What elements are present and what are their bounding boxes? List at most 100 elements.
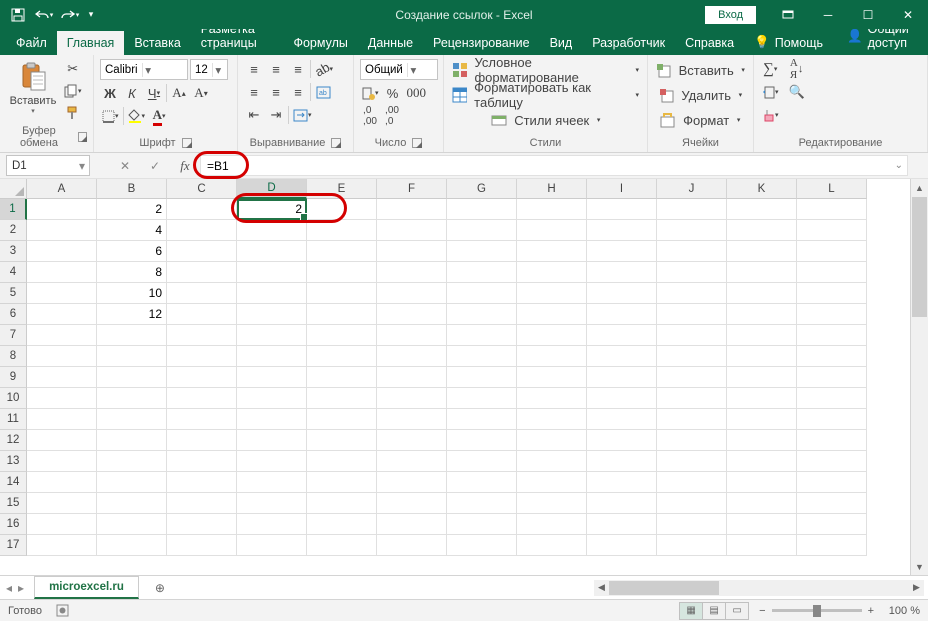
cell[interactable]: 6 [97, 241, 167, 262]
new-sheet-button[interactable]: ⊕ [149, 577, 171, 599]
cell[interactable] [727, 241, 797, 262]
cell[interactable] [167, 493, 237, 514]
font-color-icon[interactable]: А▾ [149, 106, 169, 126]
cell[interactable] [27, 262, 97, 283]
cell[interactable] [307, 283, 377, 304]
cell[interactable] [167, 325, 237, 346]
dialog-launcher-icon[interactable] [182, 138, 192, 148]
cell[interactable] [797, 367, 867, 388]
scroll-thumb[interactable] [609, 581, 719, 595]
qat-customize-icon[interactable]: ▾ [84, 3, 98, 27]
cell[interactable] [237, 262, 307, 283]
tab-insert[interactable]: Вставка [124, 31, 190, 55]
cell[interactable] [517, 409, 587, 430]
minimize-icon[interactable]: ─ [808, 0, 848, 29]
sort-filter-icon[interactable]: AЯ↓ [787, 59, 807, 79]
cell[interactable] [797, 535, 867, 556]
cell[interactable] [517, 493, 587, 514]
cell[interactable] [657, 430, 727, 451]
cell[interactable] [447, 430, 517, 451]
cell[interactable] [307, 430, 377, 451]
cut-icon[interactable]: ✂ [62, 59, 84, 79]
align-top-icon[interactable]: ≡ [244, 59, 264, 79]
cell[interactable] [237, 241, 307, 262]
cell[interactable] [167, 304, 237, 325]
cell[interactable] [307, 388, 377, 409]
column-header[interactable]: G [447, 179, 517, 199]
row-header[interactable]: 6 [0, 304, 27, 325]
cell[interactable] [97, 409, 167, 430]
column-header[interactable]: B [97, 179, 167, 199]
column-header[interactable]: L [797, 179, 867, 199]
cell[interactable] [167, 535, 237, 556]
normal-view-icon[interactable]: ▦ [679, 602, 703, 620]
cell[interactable] [27, 220, 97, 241]
decrease-indent-icon[interactable]: ⇤ [244, 105, 264, 125]
cell[interactable]: 10 [97, 283, 167, 304]
cell[interactable] [377, 262, 447, 283]
cell[interactable] [447, 493, 517, 514]
dialog-launcher-icon[interactable] [331, 138, 341, 148]
formula-input[interactable]: =B1 [201, 159, 229, 173]
underline-button[interactable]: Ч▾ [144, 83, 164, 103]
cell[interactable] [587, 472, 657, 493]
cell[interactable] [727, 451, 797, 472]
cell[interactable] [657, 367, 727, 388]
cell[interactable]: 2 [237, 199, 307, 220]
cell[interactable] [237, 535, 307, 556]
cell[interactable] [657, 409, 727, 430]
maximize-icon[interactable]: ☐ [848, 0, 888, 29]
cell[interactable] [657, 304, 727, 325]
cell[interactable] [657, 346, 727, 367]
cancel-icon[interactable]: ✕ [113, 155, 137, 176]
cell[interactable] [307, 409, 377, 430]
cell[interactable] [307, 472, 377, 493]
zoom-slider[interactable] [772, 609, 862, 612]
cell[interactable] [447, 535, 517, 556]
ribbon-options-icon[interactable] [768, 0, 808, 29]
cell[interactable] [27, 388, 97, 409]
cell[interactable] [447, 367, 517, 388]
cell[interactable] [727, 409, 797, 430]
align-right-icon[interactable]: ≡ [288, 82, 308, 102]
cell[interactable] [657, 199, 727, 220]
row-header[interactable]: 1 [0, 199, 27, 220]
column-header[interactable]: E [307, 179, 377, 199]
conditional-formatting-button[interactable]: Условное форматирование ▾ [450, 59, 641, 81]
cell[interactable] [27, 430, 97, 451]
cell[interactable] [377, 493, 447, 514]
cell[interactable] [447, 241, 517, 262]
row-header[interactable]: 15 [0, 493, 27, 514]
cell[interactable] [797, 283, 867, 304]
cell[interactable] [237, 220, 307, 241]
cell[interactable] [657, 493, 727, 514]
copy-icon[interactable]: ▾ [62, 81, 84, 101]
autosum-icon[interactable]: ∑▾ [760, 59, 781, 79]
increase-font-icon[interactable]: A▴ [169, 83, 189, 103]
tab-review[interactable]: Рецензирование [423, 31, 540, 55]
cell[interactable] [517, 283, 587, 304]
cell[interactable] [587, 199, 657, 220]
cell[interactable] [657, 388, 727, 409]
cell[interactable] [447, 388, 517, 409]
cell[interactable] [797, 304, 867, 325]
cell[interactable] [307, 220, 377, 241]
scroll-left-icon[interactable]: ◀ [594, 582, 609, 593]
cell[interactable] [447, 451, 517, 472]
cell[interactable] [27, 325, 97, 346]
borders-icon[interactable]: ▾ [100, 106, 121, 126]
cell[interactable] [237, 346, 307, 367]
cell[interactable] [307, 451, 377, 472]
cell[interactable] [517, 430, 587, 451]
cell[interactable] [657, 325, 727, 346]
cell[interactable] [587, 262, 657, 283]
sheet-tab[interactable]: microexcel.ru [34, 576, 139, 599]
cell[interactable] [27, 304, 97, 325]
merge-icon[interactable]: ▾ [291, 105, 314, 125]
cell[interactable]: 2 [97, 199, 167, 220]
cell[interactable] [167, 241, 237, 262]
cell[interactable] [377, 514, 447, 535]
comma-icon[interactable]: 000 [405, 83, 429, 103]
cell[interactable] [727, 325, 797, 346]
row-headers[interactable]: 1234567891011121314151617 [0, 199, 27, 556]
